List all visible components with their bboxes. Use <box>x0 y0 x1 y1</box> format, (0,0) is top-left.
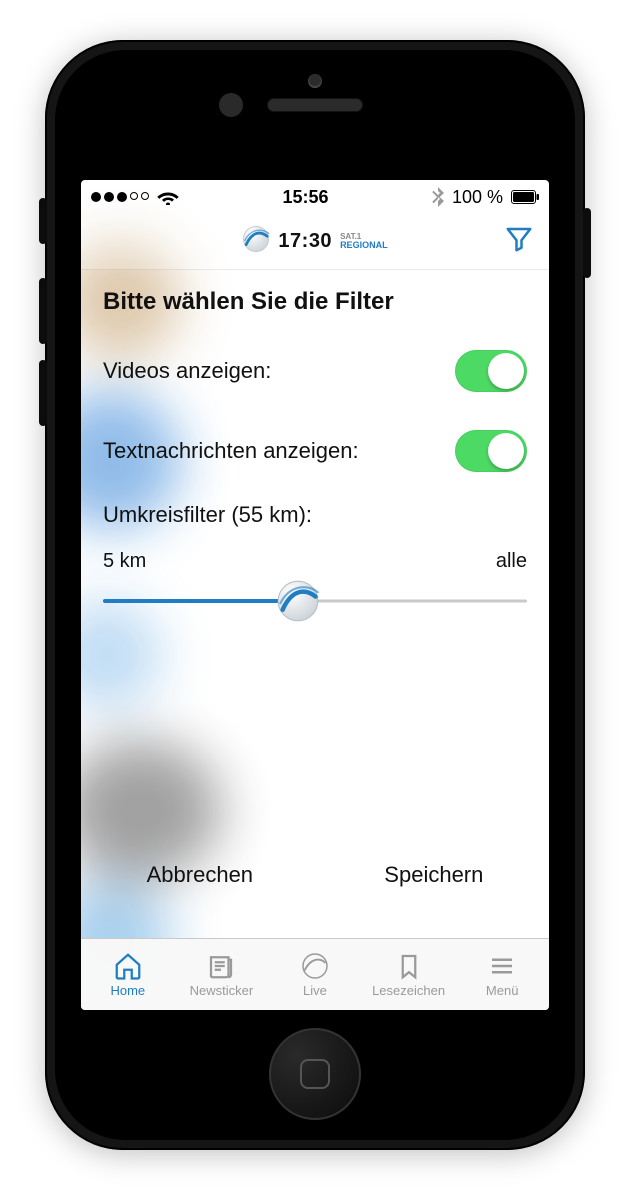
toggle-videos[interactable] <box>455 350 527 392</box>
slider-fill <box>103 599 298 603</box>
power-button <box>583 208 591 278</box>
bookmark-icon <box>394 951 424 981</box>
tab-bar: Home Newsticker Live <box>81 938 549 1010</box>
screen: 15:56 100 % <box>81 180 549 1010</box>
app-header: 17:30 SAT.1 REGIONAL <box>81 214 549 270</box>
row-videos: Videos anzeigen: <box>103 342 527 400</box>
filter-button[interactable] <box>499 222 539 262</box>
tab-live[interactable]: Live <box>268 939 362 1010</box>
menu-icon <box>487 951 517 981</box>
slider-handle[interactable] <box>276 579 320 623</box>
funnel-icon <box>504 224 534 259</box>
tab-home[interactable]: Home <box>81 939 175 1010</box>
brand-time: 17:30 <box>278 230 332 253</box>
save-button[interactable]: Speichern <box>378 852 489 898</box>
radius-slider[interactable] <box>103 579 527 623</box>
wifi-icon <box>157 189 179 205</box>
sat1-ball-icon <box>242 225 270 258</box>
radius-filter: Umkreisfilter (55 km): 5 km alle <box>103 502 527 623</box>
label-videos: Videos anzeigen: <box>103 358 271 384</box>
front-camera <box>308 74 322 88</box>
earpiece <box>267 98 363 112</box>
tab-newsticker[interactable]: Newsticker <box>175 939 269 1010</box>
status-time: 15:56 <box>282 187 328 208</box>
tab-label: Live <box>303 983 327 998</box>
filter-panel: Bitte wählen Sie die Filter Videos anzei… <box>81 270 549 623</box>
toggle-textnachrichten[interactable] <box>455 430 527 472</box>
battery-icon <box>511 190 539 204</box>
volume-down <box>39 360 47 426</box>
bluetooth-icon <box>432 187 444 207</box>
dialog-buttons: Abbrechen Speichern <box>81 852 549 898</box>
brand-subtitle: SAT.1 REGIONAL <box>340 233 388 250</box>
tab-menu[interactable]: Menü <box>455 939 549 1010</box>
home-button[interactable] <box>269 1028 361 1120</box>
phone-frame: 15:56 100 % <box>45 40 585 1150</box>
panel-title: Bitte wählen Sie die Filter <box>103 288 527 316</box>
tab-lesezeichen[interactable]: Lesezeichen <box>362 939 456 1010</box>
signal-strength-icon <box>91 192 149 202</box>
app-logo: 17:30 SAT.1 REGIONAL <box>242 225 387 258</box>
tab-label: Lesezeichen <box>372 983 445 998</box>
slider-max-label: alle <box>496 550 527 573</box>
volume-up <box>39 278 47 344</box>
label-umkreisfilter: Umkreisfilter (55 km): <box>103 502 527 528</box>
tab-label: Menü <box>486 983 519 998</box>
tab-label: Newsticker <box>190 983 254 998</box>
sat1-ball-icon <box>300 951 330 981</box>
home-icon <box>113 951 143 981</box>
newspaper-icon <box>206 951 236 981</box>
battery-text: 100 % <box>452 187 503 208</box>
tab-label: Home <box>110 983 145 998</box>
row-textnachrichten: Textnachrichten anzeigen: <box>103 422 527 480</box>
proximity-sensor <box>219 93 243 117</box>
slider-min-label: 5 km <box>103 550 146 573</box>
mute-switch <box>39 198 47 244</box>
ios-status-bar: 15:56 100 % <box>81 180 549 214</box>
cancel-button[interactable]: Abbrechen <box>141 852 259 898</box>
label-textnachrichten: Textnachrichten anzeigen: <box>103 438 359 464</box>
